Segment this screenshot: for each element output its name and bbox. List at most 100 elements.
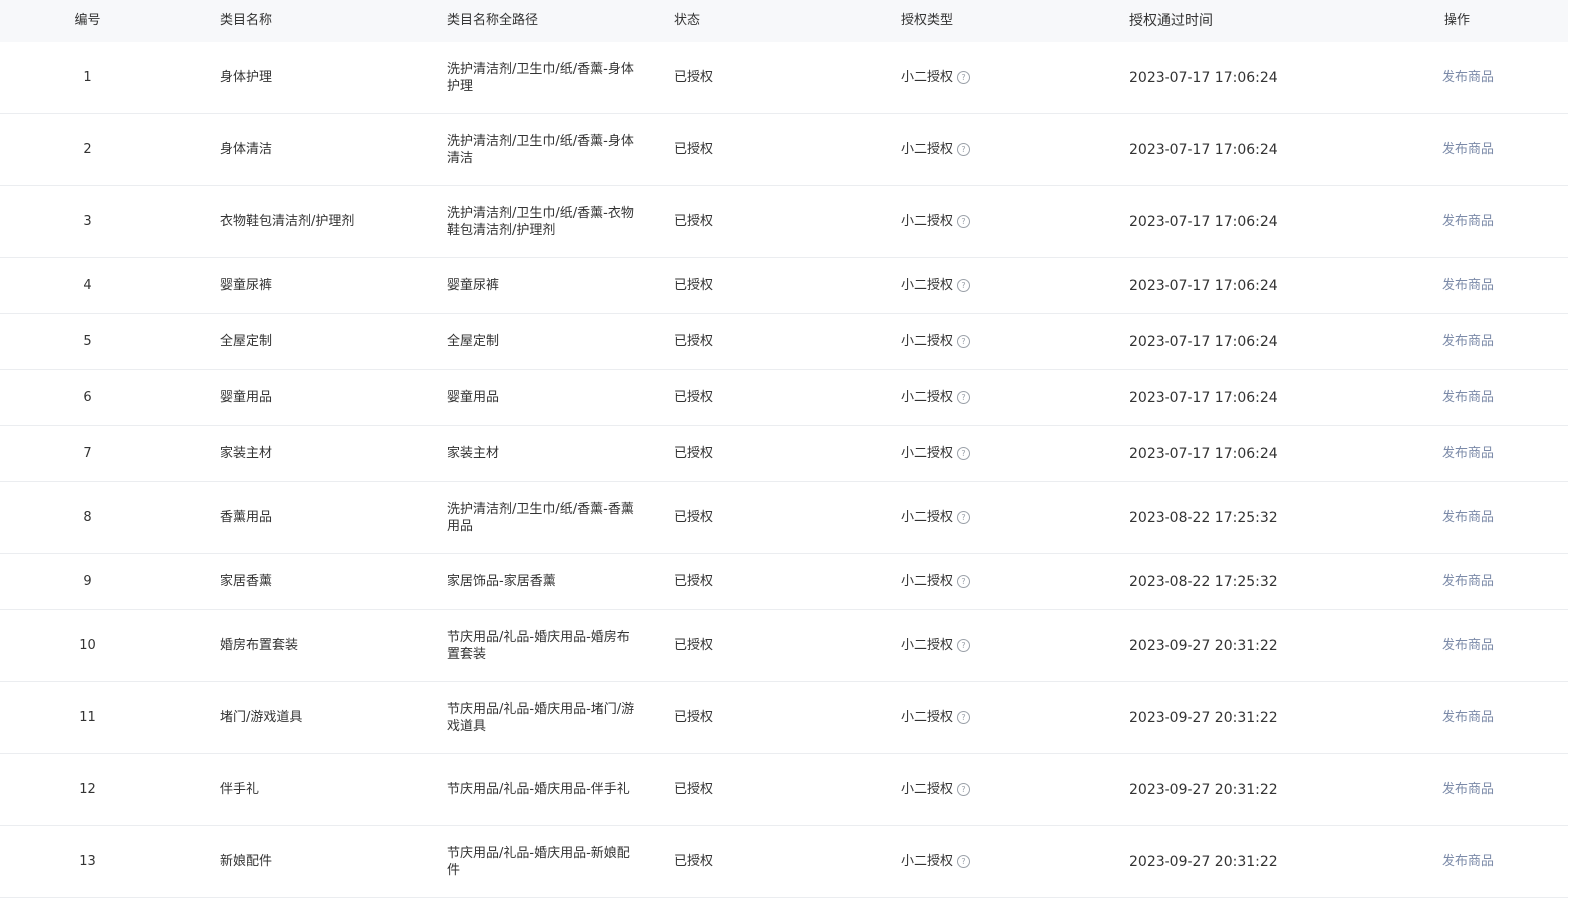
row-status: 已授权 xyxy=(674,333,714,349)
question-circle-icon[interactable]: ? xyxy=(957,143,971,156)
publish-product-link[interactable]: 发布商品 xyxy=(1442,278,1494,293)
publish-product-link[interactable]: 发布商品 xyxy=(1442,782,1494,797)
row-op: 发布商品 xyxy=(1312,509,1568,527)
question-circle-icon[interactable]: ? xyxy=(957,447,971,460)
row-time: 2023-07-17 17:06:24 xyxy=(1129,389,1278,406)
row-status: 已授权 xyxy=(674,389,714,405)
row-num: 6 xyxy=(83,389,92,405)
row-name: 伴手礼 xyxy=(220,781,260,797)
row-path-text: 洗护清洁剂/卫生巾/纸/香薰-香薰用品 xyxy=(447,501,634,534)
question-circle-icon[interactable]: ? xyxy=(957,639,971,652)
row-type-text: 小二授权 xyxy=(901,853,954,869)
row-path-text: 节庆用品/礼品-婚庆用品-伴手礼 xyxy=(447,782,630,797)
table-row: 12 伴手礼 节庆用品/礼品-婚庆用品-伴手礼 已授权 小二授权? 2023-0… xyxy=(0,754,1568,826)
row-path: 节庆用品/礼品-婚庆用品-新娘配件 xyxy=(402,845,630,879)
publish-product-link[interactable]: 发布商品 xyxy=(1442,446,1494,461)
publish-product-link[interactable]: 发布商品 xyxy=(1442,710,1494,725)
publish-product-link[interactable]: 发布商品 xyxy=(1442,334,1494,349)
row-op: 发布商品 xyxy=(1312,781,1568,799)
row-op: 发布商品 xyxy=(1312,277,1568,295)
row-path-text: 家居饰品-家居香薰 xyxy=(447,574,556,589)
row-name: 婚房布置套装 xyxy=(220,637,299,653)
row-num: 9 xyxy=(83,573,92,589)
row-path: 家居饰品-家居香薰 xyxy=(402,573,630,590)
row-path: 节庆用品/礼品-婚庆用品-伴手礼 xyxy=(402,781,630,798)
row-path: 洗护清洁剂/卫生巾/纸/香薰-身体护理 xyxy=(402,61,634,95)
row-type-text: 小二授权 xyxy=(901,277,954,293)
row-path-text: 家装主材 xyxy=(447,446,500,461)
row-path: 婴童用品 xyxy=(402,389,630,406)
row-path-text: 婴童用品 xyxy=(447,390,500,405)
category-auth-table: 编号 类目名称 类目名称全路径 状态 授权类型 授权通过时间 操作 1 身体护理… xyxy=(0,0,1568,898)
row-type: 小二授权? xyxy=(857,573,1085,591)
row-path-text: 洗护清洁剂/卫生巾/纸/香薰-身体清洁 xyxy=(447,133,634,166)
table-body: 1 身体护理 洗护清洁剂/卫生巾/纸/香薰-身体护理 已授权 小二授权? 202… xyxy=(0,42,1568,898)
question-circle-icon[interactable]: ? xyxy=(957,711,971,724)
row-time: 2023-08-22 17:25:32 xyxy=(1129,509,1278,526)
row-num: 7 xyxy=(83,445,92,461)
row-name: 身体清洁 xyxy=(220,141,273,157)
question-circle-icon[interactable]: ? xyxy=(957,335,971,348)
row-type: 小二授权? xyxy=(857,853,1085,871)
question-circle-icon[interactable]: ? xyxy=(957,279,971,292)
row-status: 已授权 xyxy=(674,69,714,85)
row-type: 小二授权? xyxy=(857,389,1085,407)
row-type: 小二授权? xyxy=(857,333,1085,351)
header-op: 操作 xyxy=(1443,13,1470,28)
table-header: 编号 类目名称 类目名称全路径 状态 授权类型 授权通过时间 操作 xyxy=(0,0,1568,42)
row-path-text: 节庆用品/礼品-婚庆用品-婚房布置套装 xyxy=(447,629,630,662)
publish-product-link[interactable]: 发布商品 xyxy=(1442,214,1494,229)
question-circle-icon[interactable]: ? xyxy=(957,511,971,524)
row-type-text: 小二授权 xyxy=(901,389,954,405)
table-row: 13 新娘配件 节庆用品/礼品-婚庆用品-新娘配件 已授权 小二授权? 2023… xyxy=(0,826,1568,898)
header-path: 类目名称全路径 xyxy=(447,13,539,28)
table-row: 2 身体清洁 洗护清洁剂/卫生巾/纸/香薰-身体清洁 已授权 小二授权? 202… xyxy=(0,114,1568,186)
row-status: 已授权 xyxy=(674,573,714,589)
row-status: 已授权 xyxy=(674,277,714,293)
row-path-text: 节庆用品/礼品-婚庆用品-堵门/游戏道具 xyxy=(447,701,635,734)
row-status: 已授权 xyxy=(674,141,714,157)
header-type: 授权类型 xyxy=(901,13,954,28)
row-type-text: 小二授权 xyxy=(901,509,954,525)
row-name: 婴童尿裤 xyxy=(220,277,273,293)
publish-product-link[interactable]: 发布商品 xyxy=(1442,854,1494,869)
row-num: 8 xyxy=(83,509,92,525)
table-row: 5 全屋定制 全屋定制 已授权 小二授权? 2023-07-17 17:06:2… xyxy=(0,314,1568,370)
row-path: 洗护清洁剂/卫生巾/纸/香薰-衣物鞋包清洁剂/护理剂 xyxy=(402,205,634,239)
row-num: 4 xyxy=(83,277,92,293)
row-path-text: 全屋定制 xyxy=(447,334,500,349)
row-time: 2023-09-27 20:31:22 xyxy=(1129,853,1278,870)
row-op: 发布商品 xyxy=(1312,213,1568,231)
row-path: 洗护清洁剂/卫生巾/纸/香薰-香薰用品 xyxy=(402,501,634,535)
table-row: 3 衣物鞋包清洁剂/护理剂 洗护清洁剂/卫生巾/纸/香薰-衣物鞋包清洁剂/护理剂… xyxy=(0,186,1568,258)
row-time: 2023-09-27 20:31:22 xyxy=(1129,781,1278,798)
publish-product-link[interactable]: 发布商品 xyxy=(1442,390,1494,405)
row-type: 小二授权? xyxy=(857,277,1085,295)
publish-product-link[interactable]: 发布商品 xyxy=(1442,70,1494,85)
row-path-text: 婴童尿裤 xyxy=(447,278,500,293)
table-row: 9 家居香薰 家居饰品-家居香薰 已授权 小二授权? 2023-08-22 17… xyxy=(0,554,1568,610)
question-circle-icon[interactable]: ? xyxy=(957,215,971,228)
question-circle-icon[interactable]: ? xyxy=(957,855,971,868)
row-type-text: 小二授权 xyxy=(901,637,954,653)
row-op: 发布商品 xyxy=(1312,573,1568,591)
publish-product-link[interactable]: 发布商品 xyxy=(1442,638,1494,653)
row-type: 小二授权? xyxy=(857,781,1085,799)
question-circle-icon[interactable]: ? xyxy=(957,391,971,404)
row-time: 2023-07-17 17:06:24 xyxy=(1129,141,1278,158)
row-status: 已授权 xyxy=(674,781,714,797)
row-status: 已授权 xyxy=(674,637,714,653)
row-type-text: 小二授权 xyxy=(901,709,954,725)
row-time: 2023-07-17 17:06:24 xyxy=(1129,213,1278,230)
publish-product-link[interactable]: 发布商品 xyxy=(1442,510,1494,525)
row-op: 发布商品 xyxy=(1312,709,1568,727)
row-num: 12 xyxy=(79,781,96,797)
question-circle-icon[interactable]: ? xyxy=(957,783,971,796)
row-num: 1 xyxy=(83,69,92,85)
publish-product-link[interactable]: 发布商品 xyxy=(1442,142,1494,157)
row-path: 婴童尿裤 xyxy=(402,277,630,294)
publish-product-link[interactable]: 发布商品 xyxy=(1442,574,1494,589)
question-circle-icon[interactable]: ? xyxy=(957,575,971,588)
question-circle-icon[interactable]: ? xyxy=(957,71,971,84)
row-name: 新娘配件 xyxy=(220,853,273,869)
